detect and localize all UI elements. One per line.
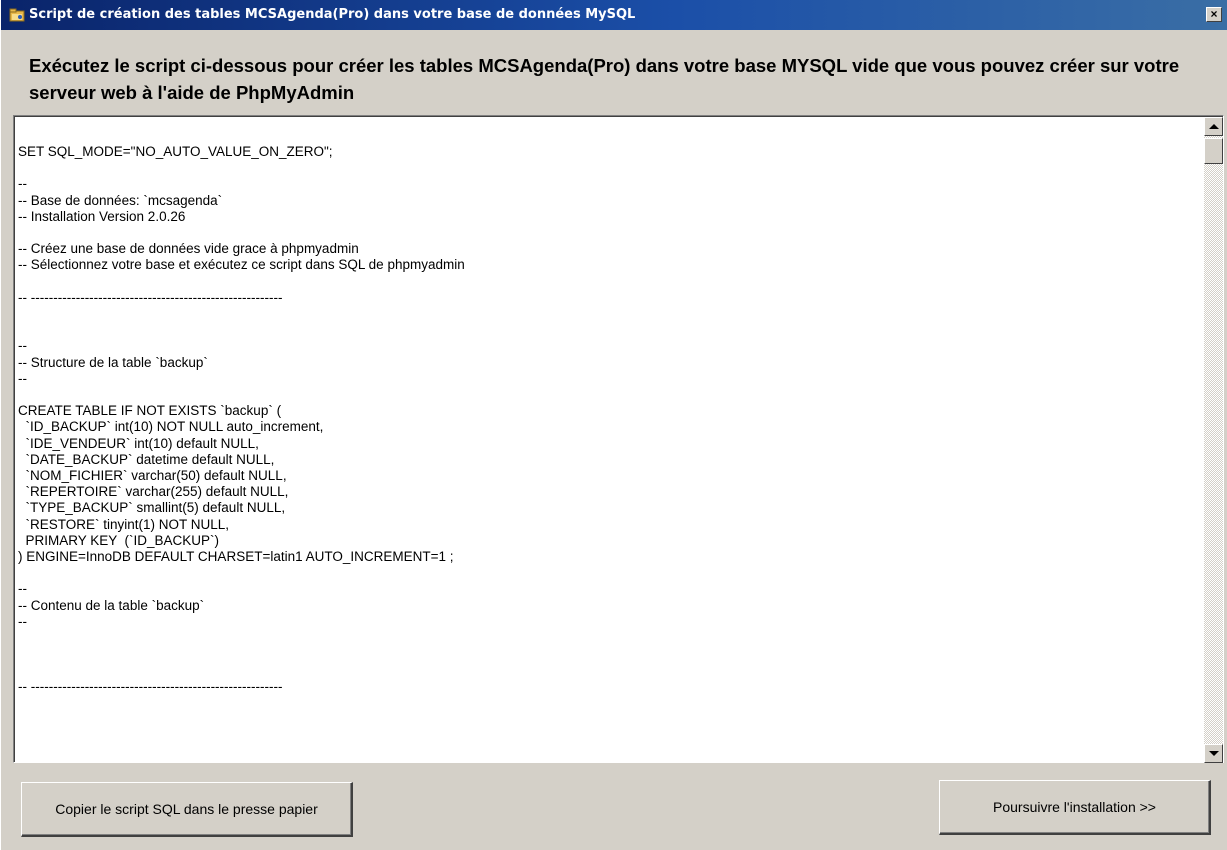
vertical-scrollbar[interactable] (1204, 117, 1223, 763)
window-title: Script de création des tables MCSAgenda(… (29, 7, 636, 22)
scroll-thumb[interactable] (1204, 138, 1223, 164)
sql-script-textarea[interactable]: SET SQL_MODE="NO_AUTO_VALUE_ON_ZERO"; --… (13, 115, 1224, 763)
folder-icon (9, 8, 25, 23)
continue-installation-button[interactable]: Poursuivre l'installation >> (939, 780, 1211, 835)
close-icon: × (1210, 7, 1218, 21)
scroll-up-button[interactable] (1204, 117, 1223, 136)
sql-script-content[interactable]: SET SQL_MODE="NO_AUTO_VALUE_ON_ZERO"; --… (18, 144, 1193, 754)
instructions-text: Exécutez le script ci-dessous pour créer… (29, 55, 1180, 103)
arrow-up-icon (1209, 124, 1219, 129)
installer-window: Script de création des tables MCSAgenda(… (0, 0, 1227, 850)
scroll-down-button[interactable] (1204, 744, 1223, 763)
arrow-down-icon (1209, 751, 1219, 756)
close-button[interactable]: × (1206, 7, 1222, 22)
copy-sql-button[interactable]: Copier le script SQL dans le presse papi… (21, 782, 353, 837)
title-bar[interactable]: Script de création des tables MCSAgenda(… (1, 0, 1227, 30)
sql-script-frame: SET SQL_MODE="NO_AUTO_VALUE_ON_ZERO"; --… (14, 116, 1223, 763)
